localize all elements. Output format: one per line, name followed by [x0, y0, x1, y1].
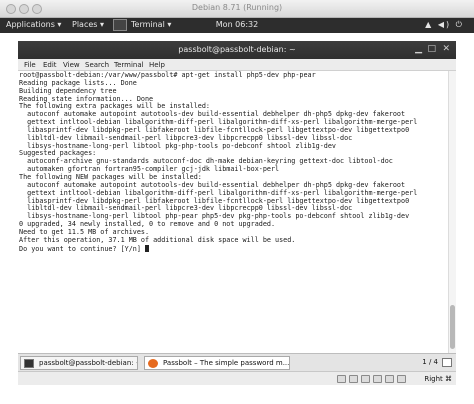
terminal-output[interactable]: root@passbolt-debian:/var/www/passbolt# …	[18, 71, 448, 353]
menu-terminal[interactable]: Terminal	[114, 61, 144, 69]
terminal-scrollbar[interactable]	[448, 71, 456, 353]
minimize-icon[interactable]: ▁	[415, 44, 422, 54]
usb-icon[interactable]	[385, 375, 394, 383]
workspace-indicator[interactable]: 1 / 4	[422, 358, 438, 366]
clock[interactable]: Mon 06:32	[0, 20, 474, 29]
task-label: Passbolt – The simple password m...	[163, 359, 290, 367]
menu-file[interactable]: File	[24, 61, 36, 69]
terminal-header-bar: passbolt@passbolt-debian: ~ ▁ □ ✕	[18, 41, 456, 59]
network-icon[interactable]	[373, 375, 382, 383]
maximize-icon[interactable]: □	[427, 44, 436, 54]
terminal-prompt-line: Do you want to continue? [Y/n]	[19, 244, 448, 254]
shared-folder-icon[interactable]	[397, 375, 406, 383]
vbox-title-bar: Debian 8.71 (Running)	[0, 0, 474, 18]
menu-search[interactable]: Search	[85, 61, 109, 69]
menu-help[interactable]: Help	[149, 61, 165, 69]
text-cursor	[144, 244, 149, 252]
vbox-status-bar: Right ⌘	[18, 371, 456, 385]
gnome-top-bar: Applications ▾ Places ▾ Terminal ▾ Mon 0…	[0, 18, 474, 33]
virtualbox-window: Debian 8.71 (Running) Applications ▾ Pla…	[0, 0, 474, 404]
host-key-label: Right ⌘	[424, 375, 452, 383]
task-label: passbolt@passbolt-debian: ~	[39, 359, 138, 367]
vbox-title: Debian 8.71 (Running)	[191, 3, 283, 12]
close-icon[interactable]: ✕	[442, 44, 450, 54]
hard-disk-icon[interactable]	[337, 375, 346, 383]
terminal-menubar: File Edit View Search Terminal Help	[18, 59, 456, 71]
audio-icon[interactable]	[361, 375, 370, 383]
menu-edit[interactable]: Edit	[43, 61, 57, 69]
task-browser[interactable]: Passbolt – The simple password m...	[144, 356, 290, 370]
optical-drive-icon[interactable]	[349, 375, 358, 383]
terminal-task-icon	[24, 359, 34, 368]
window-list-taskbar: passbolt@passbolt-debian: ~ Passbolt – T…	[18, 353, 456, 371]
scrollbar-thumb[interactable]	[450, 305, 455, 349]
menu-view[interactable]: View	[63, 61, 80, 69]
browser-task-icon	[148, 359, 158, 368]
terminal-title: passbolt@passbolt-debian: ~	[178, 45, 296, 54]
prompt-text: Do you want to continue? [Y/n]	[19, 244, 145, 253]
task-terminal[interactable]: passbolt@passbolt-debian: ~	[20, 356, 138, 370]
terminal-line: After this operation, 37.1 MB of additio…	[19, 235, 296, 244]
workspace-switcher-icon[interactable]	[442, 358, 452, 367]
system-status-icons[interactable]: ▲ ◀) ⏻	[425, 20, 464, 30]
